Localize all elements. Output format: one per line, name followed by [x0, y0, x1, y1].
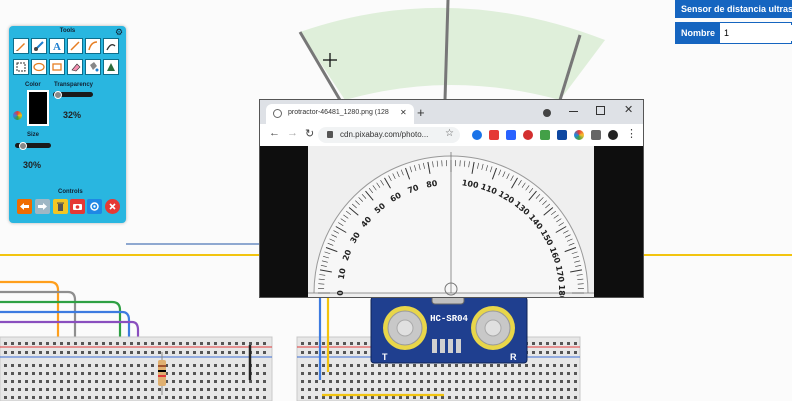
- brush-icon[interactable]: [31, 38, 47, 54]
- bookmark-star-icon[interactable]: ☆: [445, 128, 454, 139]
- selected-color-swatch[interactable]: [27, 90, 49, 126]
- sensor-side-right: R: [510, 352, 517, 362]
- rectangle-icon[interactable]: [49, 59, 65, 75]
- controls-label: Controls: [58, 189, 83, 195]
- ellipse-icon[interactable]: [31, 59, 47, 75]
- redo-icon[interactable]: [35, 199, 50, 214]
- ultrasonic-sensor[interactable]: HC-SR04 T R: [370, 294, 528, 366]
- name-row: Nombre: [675, 22, 792, 44]
- panel-title: Sensor de distancia ultrasónico: [675, 0, 792, 18]
- size-value: 30%: [23, 160, 42, 170]
- address-bar[interactable]: cdn.pixabay.com/photo... ☆: [318, 127, 460, 143]
- pen-icon[interactable]: [103, 38, 119, 54]
- sensor-side-left: T: [382, 352, 388, 362]
- size-label: Size: [27, 132, 40, 138]
- extension-blue-icon[interactable]: [506, 130, 516, 140]
- extension-opera-icon[interactable]: [523, 130, 533, 140]
- settings-gear-icon[interactable]: ⚙: [115, 27, 123, 38]
- extension-audio-icon[interactable]: [472, 130, 482, 140]
- protractor-image: 010203040506070 80 100 11012013014015016017…: [308, 146, 594, 298]
- browser-tab[interactable]: protractor-46481_1280.png (128 ✕: [266, 104, 414, 124]
- transparency-slider[interactable]: [53, 91, 93, 99]
- transparency-label: Transparency: [54, 82, 94, 88]
- svg-text:A: A: [53, 41, 61, 52]
- back-icon[interactable]: ←: [269, 127, 280, 139]
- name-label: Nombre: [676, 23, 720, 43]
- protractor-scale-label: 0: [336, 290, 345, 296]
- stamp-icon[interactable]: [103, 59, 119, 75]
- camera-icon[interactable]: [70, 199, 85, 214]
- protractor-scale-label: 180: [557, 285, 566, 298]
- extension-adblock-icon[interactable]: [489, 130, 499, 140]
- pencil-icon[interactable]: [13, 38, 29, 54]
- size-slider[interactable]: [15, 142, 51, 150]
- line-icon[interactable]: [67, 38, 83, 54]
- extension-palette-icon[interactable]: [574, 130, 584, 140]
- minimize-icon[interactable]: [569, 111, 578, 112]
- address-text: cdn.pixabay.com/photo...: [340, 130, 429, 139]
- select-icon[interactable]: [13, 59, 29, 75]
- sensor-model-label: HC-SR04: [430, 314, 468, 324]
- undo-icon[interactable]: [17, 199, 32, 214]
- eraser-icon[interactable]: [67, 59, 83, 75]
- reload-icon[interactable]: ↻: [305, 127, 314, 140]
- extensions-puzzle-icon[interactable]: [591, 130, 601, 140]
- tab-search-icon[interactable]: [543, 109, 551, 117]
- image-viewport: 0 10 20 30 40 50 60 70 80 100 110 120 130 140 150 160 17…: [260, 146, 643, 298]
- maximize-icon[interactable]: [596, 106, 605, 115]
- menu-kebab-icon[interactable]: ⋮: [626, 127, 637, 140]
- curve-icon[interactable]: [85, 38, 101, 54]
- drawing-toolbox: Tools ⚙ A Color Transparency 32% Size 30…: [9, 26, 126, 223]
- name-input[interactable]: [722, 25, 792, 41]
- browser-toolbar: ← → ↻ cdn.pixabay.com/photo... ☆ ⋮: [260, 124, 643, 147]
- color-label: Color: [25, 82, 41, 88]
- color-palette-icon[interactable]: [13, 111, 22, 120]
- trash-icon[interactable]: [53, 199, 68, 214]
- size-slider-knob[interactable]: [19, 142, 27, 150]
- tab-close-icon[interactable]: ✕: [400, 108, 407, 117]
- settings-icon[interactable]: [87, 199, 102, 214]
- browser-window: protractor-46481_1280.png (128 ✕ + ✕ ← →…: [259, 99, 644, 298]
- close-icon[interactable]: [105, 199, 120, 214]
- text-icon[interactable]: A: [49, 38, 65, 54]
- sensor-properties-panel: Sensor de distancia ultrasónico Nombre: [675, 0, 792, 44]
- globe-icon: [273, 109, 282, 118]
- fill-icon[interactable]: [85, 59, 101, 75]
- lock-icon: [327, 131, 333, 138]
- browser-titlebar: protractor-46481_1280.png (128 ✕ + ✕: [260, 100, 643, 124]
- transparency-value: 32%: [63, 110, 82, 120]
- forward-icon[interactable]: →: [287, 127, 298, 139]
- profile-avatar[interactable]: [608, 130, 618, 140]
- extension-l-icon[interactable]: [557, 130, 567, 140]
- extension-color-icon[interactable]: [540, 130, 550, 140]
- new-tab-button[interactable]: +: [417, 105, 425, 120]
- tools-title: Tools: [59, 28, 76, 34]
- window-close-icon[interactable]: ✕: [624, 103, 633, 116]
- tab-title: protractor-46481_1280.png (128: [288, 109, 389, 116]
- transparency-slider-knob[interactable]: [54, 91, 62, 99]
